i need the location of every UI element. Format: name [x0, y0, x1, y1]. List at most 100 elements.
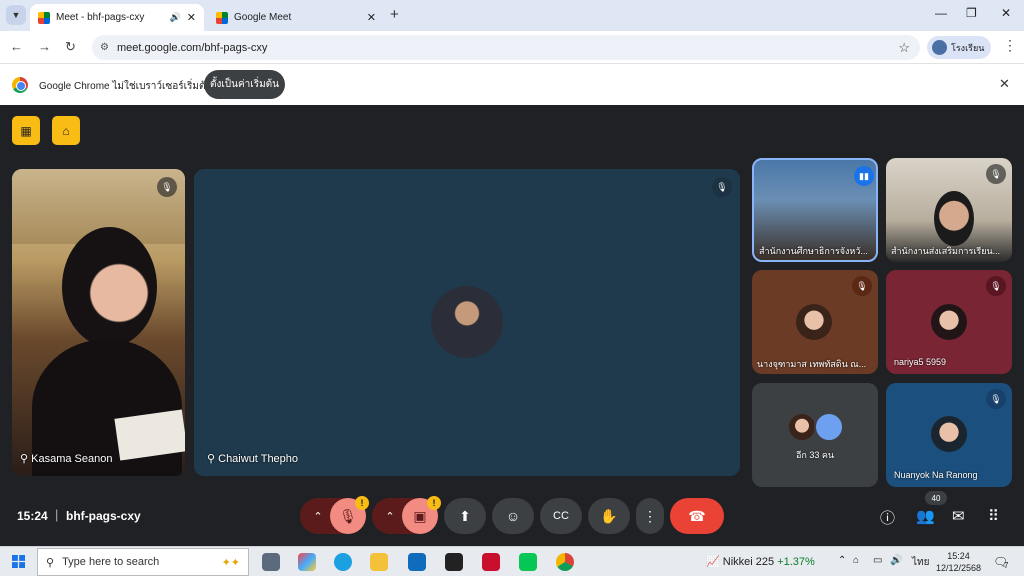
tab-strip: ▼ Meet - bhf-pags-cxy 🔊 ✕ Google Meet ✕ …: [0, 0, 1024, 31]
emoji-reaction-icon[interactable]: ☺: [492, 498, 534, 534]
muted-mic-icon: 🎙: [986, 164, 1006, 184]
captions-icon[interactable]: CC: [540, 498, 582, 534]
close-infobar-icon[interactable]: ✕: [999, 76, 1010, 92]
minimize-icon[interactable]: —: [935, 6, 947, 20]
avatar: [932, 40, 947, 55]
participant-tile-side-6[interactable]: 🎙 Nuanyok Na Ranong: [886, 383, 1012, 487]
system-clock[interactable]: 15:24 12/12/2568: [936, 550, 981, 574]
set-default-button[interactable]: ตั้งเป็นค่าเริ่มต้น: [204, 70, 285, 99]
forward-icon[interactable]: →: [38, 39, 51, 54]
url-text: meet.google.com/bhf-pags-cxy: [116, 41, 268, 54]
participant-tile-side-4[interactable]: 🎙 nariya5 5959: [886, 270, 1012, 374]
others-count: อีก 33 คน: [796, 450, 835, 460]
site-info-icon[interactable]: ⚙: [100, 42, 109, 53]
participant-name: Nuanyok Na Ranong: [894, 470, 978, 480]
others-tile[interactable]: อีก 33 คน: [752, 383, 878, 487]
divider: |: [55, 507, 59, 522]
participant-name: สำนักงานส่งเสริมการเรียน...: [891, 246, 1001, 256]
participant-video: [934, 191, 974, 246]
participant-tile-chaiwut[interactable]: 🎙 ⚲ Chaiwut Thepho: [194, 169, 740, 476]
meeting-code: bhf-pags-cxy: [66, 509, 141, 523]
avatar: [931, 416, 967, 452]
close-window-icon[interactable]: ✕: [1001, 6, 1011, 20]
raise-hand-icon[interactable]: ✋: [588, 498, 630, 534]
muted-mic-icon: 🎙: [986, 389, 1006, 409]
back-icon[interactable]: ←: [10, 39, 23, 54]
participant-count-badge: 40: [925, 491, 947, 505]
app-icon[interactable]: [482, 553, 500, 571]
tab-google-meet[interactable]: Google Meet ✕: [208, 4, 384, 31]
restore-icon[interactable]: ❐: [966, 6, 977, 20]
participant-tile-side-2[interactable]: 🎙 สำนักงานส่งเสริมการเรียน...: [886, 158, 1012, 262]
video-options-chevron-icon[interactable]: ⌃: [377, 498, 403, 534]
address-bar[interactable]: ⚙ meet.google.com/bhf-pags-cxy ☆: [92, 35, 920, 60]
tab-meet-active[interactable]: Meet - bhf-pags-cxy 🔊 ✕: [30, 4, 204, 31]
camera-warning-icon: !: [427, 496, 441, 510]
taskbar-search-input[interactable]: ⚲ Type here to search ✦✦: [37, 548, 249, 576]
mic-warning-icon: !: [355, 496, 369, 510]
clock-time: 15:24: [947, 551, 970, 561]
participant-name: ⚲ Chaiwut Thepho: [207, 453, 299, 465]
volume-icon[interactable]: 🔊: [890, 555, 902, 566]
stock-change: +1.37%: [777, 556, 815, 568]
activities-icon[interactable]: ⠿: [988, 507, 999, 525]
clock-date: 12/12/2568: [936, 563, 982, 573]
stock-name: Nikkei 225: [722, 556, 775, 568]
audio-playing-icon[interactable]: 🔊: [170, 12, 181, 23]
muted-mic-icon: 🎙: [986, 276, 1006, 296]
close-tab-icon[interactable]: ✕: [367, 11, 376, 24]
tab-search-button[interactable]: ▼: [6, 5, 26, 25]
line-icon[interactable]: [519, 553, 537, 571]
tab-title: Google Meet: [234, 12, 292, 23]
meeting-time: 15:24: [17, 509, 48, 523]
leave-call-icon[interactable]: ☎: [670, 498, 724, 534]
chrome-taskbar-icon[interactable]: [556, 553, 574, 571]
participant-tile-side-1[interactable]: ▮▮ สำนักงานศึกษาธิการจังหวั...: [752, 158, 878, 262]
avatar: [931, 304, 967, 340]
meeting-info-icon[interactable]: ⓘ: [880, 507, 895, 528]
profile-button[interactable]: โรงเรียน: [927, 36, 991, 59]
participant-name: ⚲ Kasama Seanon: [20, 453, 113, 465]
tray-chevron-icon[interactable]: ⌃: [838, 555, 846, 566]
language-indicator[interactable]: ไทย: [912, 555, 929, 570]
muted-mic-icon: 🎙: [157, 177, 177, 197]
audio-options-chevron-icon[interactable]: ⌃: [305, 498, 331, 534]
more-options-icon[interactable]: ⋮: [636, 498, 664, 534]
muted-mic-icon: 🎙: [852, 276, 872, 296]
app-icon[interactable]: [445, 553, 463, 571]
people-icon[interactable]: 👥: [916, 507, 935, 525]
host-controls-icon[interactable]: ▦: [12, 116, 40, 145]
copilot-icon[interactable]: [298, 553, 316, 571]
chrome-menu-icon[interactable]: ⋮: [1003, 37, 1017, 54]
notification-count: 7: [1004, 561, 1009, 570]
avatar: [814, 412, 844, 442]
stock-widget[interactable]: 📈 Nikkei 225 +1.37%: [706, 555, 815, 568]
avatar: [787, 412, 817, 442]
mail-icon[interactable]: [408, 553, 426, 571]
windows-taskbar: ⚲ Type here to search ✦✦ 📈 Nikkei 225 +1…: [0, 546, 1024, 576]
task-view-icon[interactable]: [262, 553, 280, 571]
network-icon[interactable]: ⌂: [853, 555, 859, 566]
file-explorer-icon[interactable]: [370, 553, 388, 571]
tab-title: Meet - bhf-pags-cxy: [56, 12, 145, 23]
avatar: [796, 304, 832, 340]
infobar-text: Google Chrome ไม่ใช่เบราว์เซอร์เริ่มต้น: [39, 81, 213, 92]
new-tab-icon[interactable]: +: [390, 6, 399, 23]
windows-start-icon[interactable]: [12, 555, 25, 568]
edge-icon[interactable]: [334, 553, 352, 571]
leave-room-icon[interactable]: ⌂: [52, 116, 80, 145]
participant-tile-side-3[interactable]: 🎙 นางจุฑามาส เทพทัสดิน ณ...: [752, 270, 878, 374]
battery-icon[interactable]: ▭: [873, 555, 882, 566]
muted-mic-icon: 🎙: [712, 177, 732, 197]
participant-name: สำนักงานศึกษาธิการจังหวั...: [759, 246, 868, 256]
present-screen-icon[interactable]: ⬆: [444, 498, 486, 534]
participant-name: นางจุฑามาส เทพทัสดิน ณ...: [757, 359, 867, 369]
close-tab-icon[interactable]: ✕: [187, 11, 196, 24]
bookmark-star-icon[interactable]: ☆: [898, 40, 910, 56]
avatar: [431, 286, 503, 358]
profile-name: โรงเรียน: [951, 42, 985, 53]
participant-tile-kasama[interactable]: 🎙 ⚲ Kasama Seanon: [12, 169, 185, 476]
chat-icon[interactable]: ✉: [952, 507, 965, 525]
speaking-indicator-icon: ▮▮: [854, 166, 874, 186]
reload-icon[interactable]: ↻: [65, 39, 76, 55]
